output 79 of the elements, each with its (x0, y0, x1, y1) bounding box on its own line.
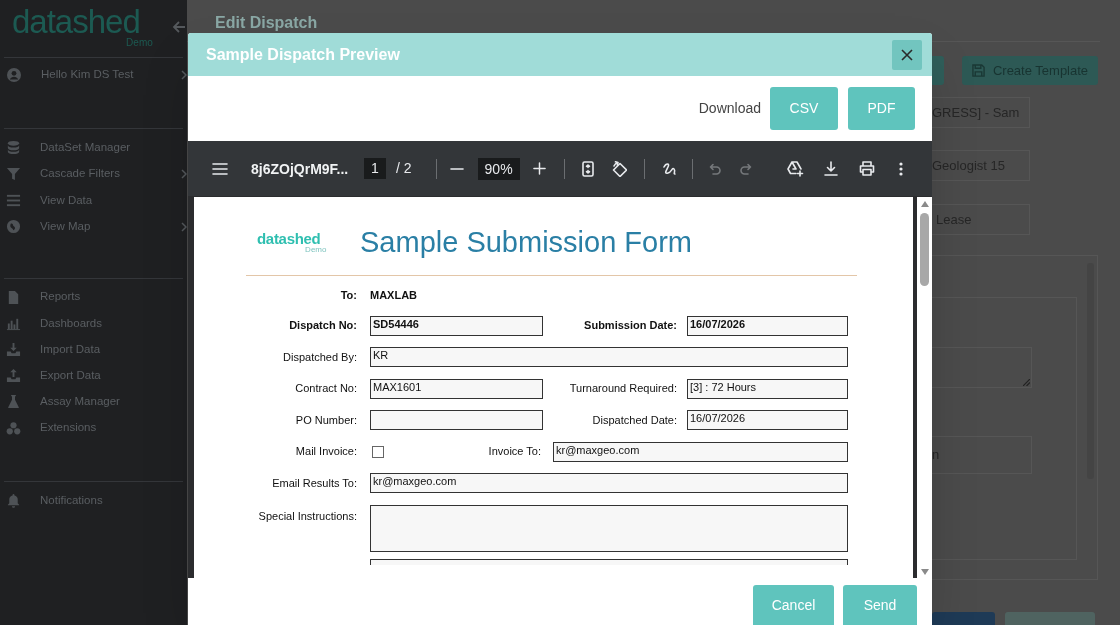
form-field[interactable]: KR (370, 347, 848, 367)
page-title: Edit Dispatch (215, 13, 319, 32)
page-count: / 2 (396, 159, 412, 178)
sidebar-item[interactable]: Assay Manager (0, 388, 187, 415)
form-field[interactable] (370, 504, 848, 552)
more-icon[interactable] (899, 161, 903, 176)
field-label: Turnaround Required: (568, 381, 677, 397)
list-icon (6, 192, 21, 208)
sidebar-item[interactable]: View Data (0, 187, 187, 214)
field-label: Dispatch No: (288, 318, 357, 334)
sidebar-item[interactable]: DataSet Manager (0, 134, 187, 161)
form-field[interactable] (370, 410, 543, 430)
resize-handle-icon (1023, 379, 1030, 386)
menu-icon[interactable] (212, 162, 228, 175)
drive-add-icon[interactable] (787, 160, 804, 177)
save-icon (971, 64, 985, 77)
sidebar-item[interactable]: Dashboards (0, 310, 187, 337)
user-avatar-icon (6, 67, 22, 83)
download-label: Download (698, 99, 761, 118)
field-label: Submission Date: (583, 318, 677, 334)
form-title: Sample Submission Form (360, 225, 692, 260)
form-field[interactable]: kr@maxgeo.com (553, 441, 848, 462)
sidebar-item[interactable]: Extensions (0, 414, 187, 442)
close-icon (901, 48, 913, 61)
logo: datashed (257, 230, 321, 246)
bell-icon (6, 492, 21, 508)
globe-icon (6, 219, 21, 235)
sidebar-item[interactable]: Import Data (0, 336, 187, 363)
print-icon[interactable] (859, 161, 875, 176)
field-label: Mail Invoice: (294, 444, 357, 460)
field-value: MAXLAB (370, 287, 418, 303)
sidebar-item[interactable]: View Map (0, 213, 187, 240)
field-label: PO Number: (294, 412, 357, 428)
sidebar-item[interactable]: Notifications (0, 487, 187, 514)
field-label: Special Instructions: (257, 508, 357, 524)
sidebar-item[interactable]: Reports (0, 284, 187, 311)
page-number-field[interactable]: 1 (364, 158, 386, 179)
form-field[interactable]: kr@maxgeo.com (370, 473, 848, 493)
download-tray-icon (6, 341, 21, 357)
dialog-button[interactable]: Send (843, 585, 917, 625)
dialog-title: Sample Dispatch Preview (206, 44, 400, 65)
logo-tag: Demo (305, 245, 327, 254)
cubes-icon (6, 420, 21, 436)
document-icon (6, 289, 21, 305)
scroll-down-icon[interactable] (920, 569, 929, 575)
form-field[interactable]: 16/07/2026 (687, 410, 848, 430)
download-icon[interactable] (824, 161, 838, 176)
logo: datashed (12, 7, 140, 37)
zoom-in-icon[interactable] (532, 162, 546, 175)
form-field[interactable]: MAX1601 (370, 378, 543, 399)
form-field[interactable] (370, 559, 848, 565)
scroll-up-icon[interactable] (920, 201, 929, 207)
checkbox[interactable] (372, 445, 384, 458)
field-label: Contract No: (294, 381, 357, 397)
field-label: Invoice To: (487, 444, 541, 460)
close-button[interactable] (892, 39, 922, 70)
field-label: To: (339, 287, 357, 303)
dialog-button[interactable]: Cancel (753, 585, 834, 625)
form-field[interactable]: SD54446 (370, 315, 543, 336)
field-label: Email Results To: (271, 475, 357, 491)
upload-tray-icon (6, 368, 21, 384)
user-menu[interactable]: Hello Kim DS Test (4, 62, 187, 88)
zoom-field[interactable]: 90% (477, 157, 520, 180)
sidebar-item[interactable]: Cascade Filters (0, 160, 187, 187)
sidebar-item[interactable]: Export Data (0, 362, 187, 389)
field-label: Dispatched By: (282, 349, 357, 365)
form-field[interactable]: [3] : 72 Hours (687, 378, 848, 399)
field-label: Dispatched Date: (591, 412, 677, 428)
scrollbar-thumb[interactable] (920, 213, 929, 286)
form-field[interactable]: 16/07/2026 (687, 315, 848, 336)
rotate-icon[interactable] (610, 160, 627, 177)
download-button[interactable]: PDF (848, 87, 915, 130)
fit-page-icon[interactable] (581, 160, 594, 177)
download-button[interactable]: CSV (770, 87, 838, 130)
flask-icon (6, 394, 21, 410)
database-icon (6, 139, 21, 155)
draw-icon[interactable] (661, 161, 676, 176)
file-name: 8j6ZOjQrM9F... (251, 160, 349, 177)
filter-icon (6, 166, 21, 182)
